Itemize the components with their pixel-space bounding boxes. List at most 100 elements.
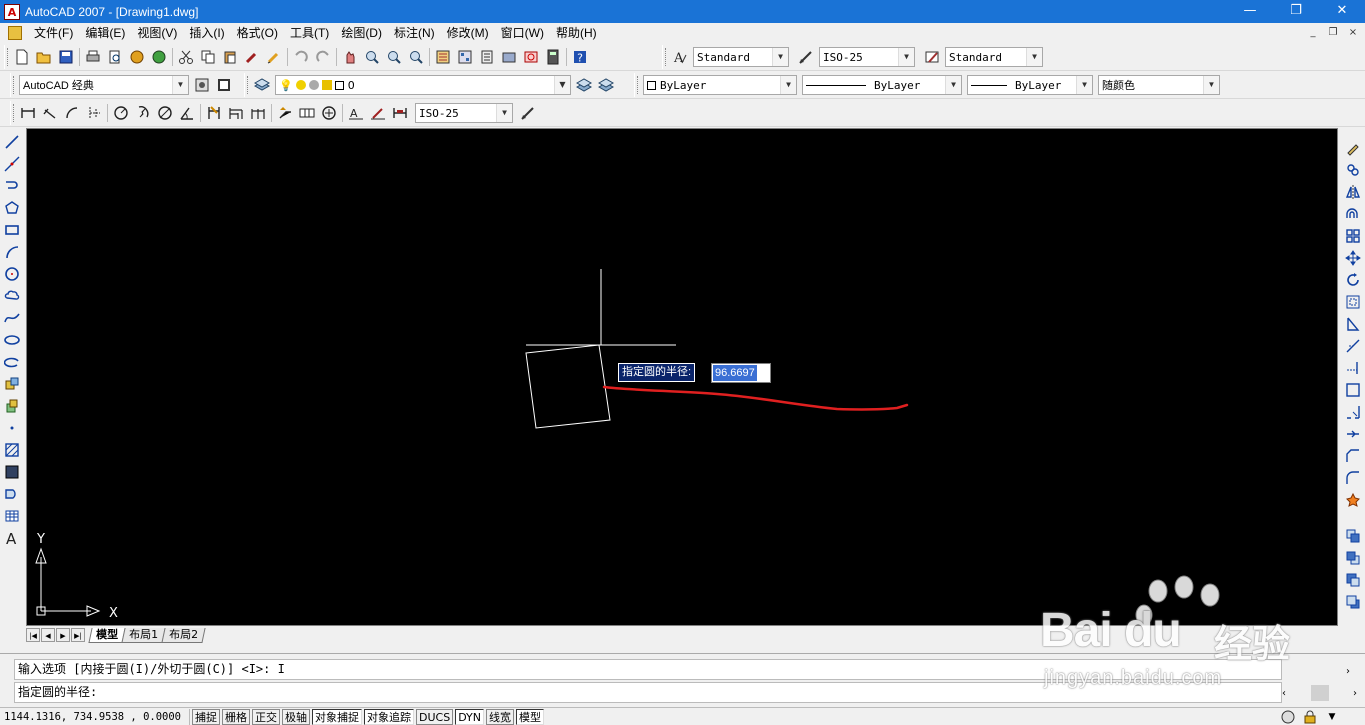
color-select[interactable]: ByLayer ▼ [643,75,797,95]
new-icon[interactable] [11,46,33,68]
dim-style-icon[interactable] [795,46,817,68]
draworder-front-icon[interactable] [1342,525,1364,547]
match-properties-icon[interactable] [241,46,263,68]
zoom-realtime-icon[interactable] [361,46,383,68]
linear-dimension-icon[interactable] [17,102,39,124]
menu-insert[interactable]: 插入(I) [183,23,230,43]
layer-freeze-icon[interactable] [295,80,306,90]
region-icon[interactable] [1,483,23,505]
chamfer-icon[interactable] [1342,445,1364,467]
ducs-toggle[interactable]: DUCS [416,708,454,725]
spline-icon[interactable] [1,307,23,329]
ortho-toggle[interactable]: 正交 [252,708,280,725]
break-icon[interactable] [1342,401,1364,423]
prev-tab-button[interactable]: ◀ [41,628,55,642]
zoom-window-icon[interactable] [383,46,405,68]
table-style-icon[interactable] [921,46,943,68]
layer-lock-icon[interactable] [308,80,319,90]
aligned-dimension-icon[interactable] [39,102,61,124]
dim-style-select[interactable]: ISO-25 ▼ [819,47,915,67]
dimension-edit-icon[interactable]: A [345,102,367,124]
markup-icon[interactable] [520,46,542,68]
multiline-text-icon[interactable]: A [1,527,23,549]
layer-plot-icon[interactable] [321,80,332,90]
dimension-update-icon[interactable] [389,102,411,124]
polygon-icon[interactable] [1,197,23,219]
snap-toggle[interactable]: 捕捉 [192,708,220,725]
menu-edit[interactable]: 编辑(E) [79,23,131,43]
close-button[interactable]: ✕ [1319,0,1365,23]
cut-icon[interactable] [175,46,197,68]
join-icon[interactable] [1342,423,1364,445]
offset-icon[interactable] [1342,203,1364,225]
calculator-icon[interactable] [542,46,564,68]
menu-view[interactable]: 视图(V) [131,23,183,43]
workspace-save-icon[interactable] [213,74,235,96]
table-icon[interactable] [1,505,23,527]
last-tab-button[interactable]: ▶| [71,628,85,642]
menu-help[interactable]: 帮助(H) [550,23,603,43]
jogged-dimension-icon[interactable] [132,102,154,124]
tool-palettes-icon[interactable] [476,46,498,68]
toolbar-lock-icon[interactable] [1301,709,1319,725]
doc-restore-button[interactable]: ❐ [1325,26,1341,40]
diameter-dimension-icon[interactable] [154,102,176,124]
linetype-select[interactable]: ByLayer ▼ [802,75,962,95]
next-tab-button[interactable]: ▶ [56,628,70,642]
mirror-icon[interactable] [1342,181,1364,203]
preview-icon[interactable] [104,46,126,68]
dynamic-input-field[interactable]: 96.6697 [711,363,771,383]
print-icon[interactable] [82,46,104,68]
doc-close-button[interactable]: × [1345,26,1361,40]
make-block-icon[interactable] [1,395,23,417]
open-icon[interactable] [33,46,55,68]
redo-icon[interactable] [312,46,334,68]
layer-manager-icon[interactable] [251,74,273,96]
gradient-icon[interactable] [1,461,23,483]
scroll-thumb[interactable] [1310,685,1329,701]
scale-icon[interactable] [1342,291,1364,313]
menu-modify[interactable]: 修改(M) [441,23,495,43]
paste-icon[interactable] [219,46,241,68]
quick-leader-icon[interactable] [274,102,296,124]
minimize-button[interactable]: — [1227,0,1273,23]
arc-icon[interactable] [1,241,23,263]
center-mark-icon[interactable] [318,102,340,124]
layer-select[interactable]: 💡 0 ▼ [275,75,571,95]
polar-toggle[interactable]: 极轴 [282,708,310,725]
dyn-toggle[interactable]: DYN [455,708,485,725]
communication-center-icon[interactable] [1279,709,1297,725]
document-icon[interactable] [8,26,22,40]
zoom-previous-icon[interactable] [405,46,427,68]
radius-dimension-icon[interactable] [110,102,132,124]
undo-icon[interactable] [290,46,312,68]
copy-icon[interactable] [197,46,219,68]
revision-cloud-icon[interactable] [1,285,23,307]
text-style-select[interactable]: Standard ▼ [693,47,789,67]
dimension-style-select[interactable]: ISO-25 ▼ [415,103,513,123]
3d-dwf-icon[interactable] [148,46,170,68]
explode-icon[interactable] [1342,489,1364,511]
osnap-toggle[interactable]: 对象捕捉 [312,708,362,725]
workspace-select[interactable]: AutoCAD 经典 ▼ [19,75,189,95]
dimension-text-edit-icon[interactable] [367,102,389,124]
break-at-point-icon[interactable] [1342,379,1364,401]
publish-icon[interactable] [126,46,148,68]
first-tab-button[interactable]: |◀ [26,628,40,642]
menu-draw[interactable]: 绘图(D) [335,23,388,43]
continue-dimension-icon[interactable] [247,102,269,124]
hatch-icon[interactable] [1,439,23,461]
extend-icon[interactable] [1342,357,1364,379]
construction-line-icon[interactable] [1,153,23,175]
otrack-toggle[interactable]: 对象追踪 [364,708,414,725]
menu-tools[interactable]: 工具(T) [284,23,335,43]
draworder-above-icon[interactable] [1342,569,1364,591]
drawing-area[interactable]: Y X 指定圆的半径: 96.6697 [26,128,1338,626]
command-scrollbar-top[interactable]: › [1282,662,1357,680]
menu-format[interactable]: 格式(O) [231,23,284,43]
rectangle-icon[interactable] [1,219,23,241]
ellipse-arc-icon[interactable] [1,351,23,373]
coordinate-readout[interactable]: 1144.1316, 734.9538 , 0.0000 [0,708,190,725]
copy-object-icon[interactable] [1342,159,1364,181]
draworder-back-icon[interactable] [1342,547,1364,569]
